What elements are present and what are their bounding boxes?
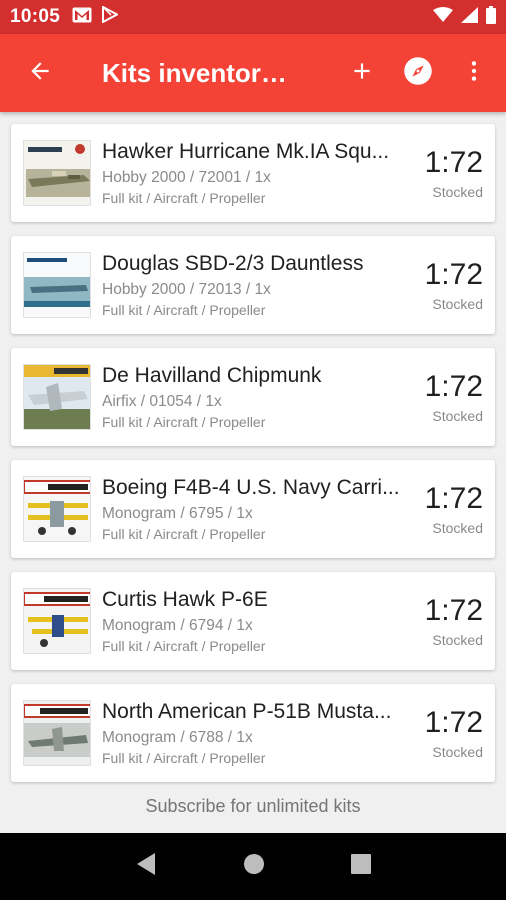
kit-name: De Havilland Chipmunk [102, 364, 322, 387]
system-nav-bar [0, 833, 506, 900]
kit-brand-line: Hobby 2000 / 72013 / 1x [102, 281, 271, 298]
kit-scale: 1:72 [424, 706, 483, 739]
kit-card[interactable]: Curtis Hawk P-6E Monogram / 6794 / 1x Fu… [11, 572, 495, 670]
signal-icon [461, 6, 478, 28]
kit-name: Douglas SBD-2/3 Dauntless [102, 252, 364, 275]
kit-brand-line: Monogram / 6795 / 1x [102, 505, 253, 522]
back-button[interactable] [12, 45, 68, 101]
kit-card[interactable]: De Havilland Chipmunk Airfix / 01054 / 1… [11, 348, 495, 446]
kit-box-image [23, 476, 91, 542]
page-title: Kits inventory... [102, 57, 294, 88]
kit-card[interactable]: Boeing F4B-4 U.S. Navy Carri... Monogram… [11, 460, 495, 558]
app-bar: Kits inventory... [0, 34, 506, 112]
status-bar: 10:05 [0, 0, 506, 34]
status-time: 10:05 [10, 6, 61, 27]
kit-type-line: Full kit / Aircraft / Propeller [102, 414, 266, 430]
arrow-back-icon [27, 58, 53, 89]
kit-card[interactable]: Douglas SBD-2/3 Dauntless Hobby 2000 / 7… [11, 236, 495, 334]
kit-brand-line: Hobby 2000 / 72001 / 1x [102, 169, 271, 186]
kit-brand-line: Monogram / 6788 / 1x [102, 729, 253, 746]
kit-scale: 1:72 [424, 594, 483, 627]
kit-name: Boeing F4B-4 U.S. Navy Carri... [102, 476, 400, 499]
kit-box-image [23, 364, 91, 430]
nav-recents-icon[interactable] [351, 854, 371, 879]
kit-status: Stocked [432, 296, 483, 312]
kit-box-image [23, 588, 91, 654]
kit-card[interactable]: Hawker Hurricane Mk.IA Squ... Hobby 2000… [11, 124, 495, 222]
kit-list[interactable]: Hawker Hurricane Mk.IA Squ... Hobby 2000… [0, 112, 506, 833]
nav-home-icon[interactable] [243, 853, 265, 880]
kit-scale: 1:72 [424, 258, 483, 291]
add-kit-button[interactable] [334, 45, 390, 101]
kit-brand-line: Monogram / 6794 / 1x [102, 617, 253, 634]
nav-back-icon[interactable] [135, 852, 157, 881]
kit-name: North American P-51B Musta... [102, 700, 392, 723]
kit-box-image [23, 252, 91, 318]
kit-status: Stocked [432, 520, 483, 536]
kit-type-line: Full kit / Aircraft / Propeller [102, 302, 266, 318]
more-vert-icon [461, 58, 487, 89]
kit-status: Stocked [432, 408, 483, 424]
kit-scale: 1:72 [424, 482, 483, 515]
kit-type-line: Full kit / Aircraft / Propeller [102, 190, 266, 206]
kit-scale: 1:72 [424, 146, 483, 179]
gmail-icon [72, 7, 92, 28]
wifi-icon [433, 6, 453, 28]
kit-status: Stocked [432, 184, 483, 200]
explore-button[interactable] [390, 45, 446, 101]
kit-type-line: Full kit / Aircraft / Propeller [102, 526, 266, 542]
kit-type-line: Full kit / Aircraft / Propeller [102, 750, 266, 766]
kit-status: Stocked [432, 744, 483, 760]
compass-icon [403, 56, 433, 91]
kit-box-image [23, 140, 91, 206]
kit-box-image [23, 700, 91, 766]
play-store-icon [102, 5, 120, 28]
add-icon [349, 58, 375, 89]
kit-scale: 1:72 [424, 370, 483, 403]
kit-status: Stocked [432, 632, 483, 648]
kit-brand-line: Airfix / 01054 / 1x [102, 393, 222, 410]
more-options-button[interactable] [446, 45, 502, 101]
subscribe-link[interactable]: Subscribe for unlimited kits [0, 796, 506, 817]
kit-name: Curtis Hawk P-6E [102, 588, 268, 611]
battery-icon [486, 5, 496, 29]
kit-name: Hawker Hurricane Mk.IA Squ... [102, 140, 390, 163]
kit-card[interactable]: North American P-51B Musta... Monogram /… [11, 684, 495, 782]
kit-type-line: Full kit / Aircraft / Propeller [102, 638, 266, 654]
